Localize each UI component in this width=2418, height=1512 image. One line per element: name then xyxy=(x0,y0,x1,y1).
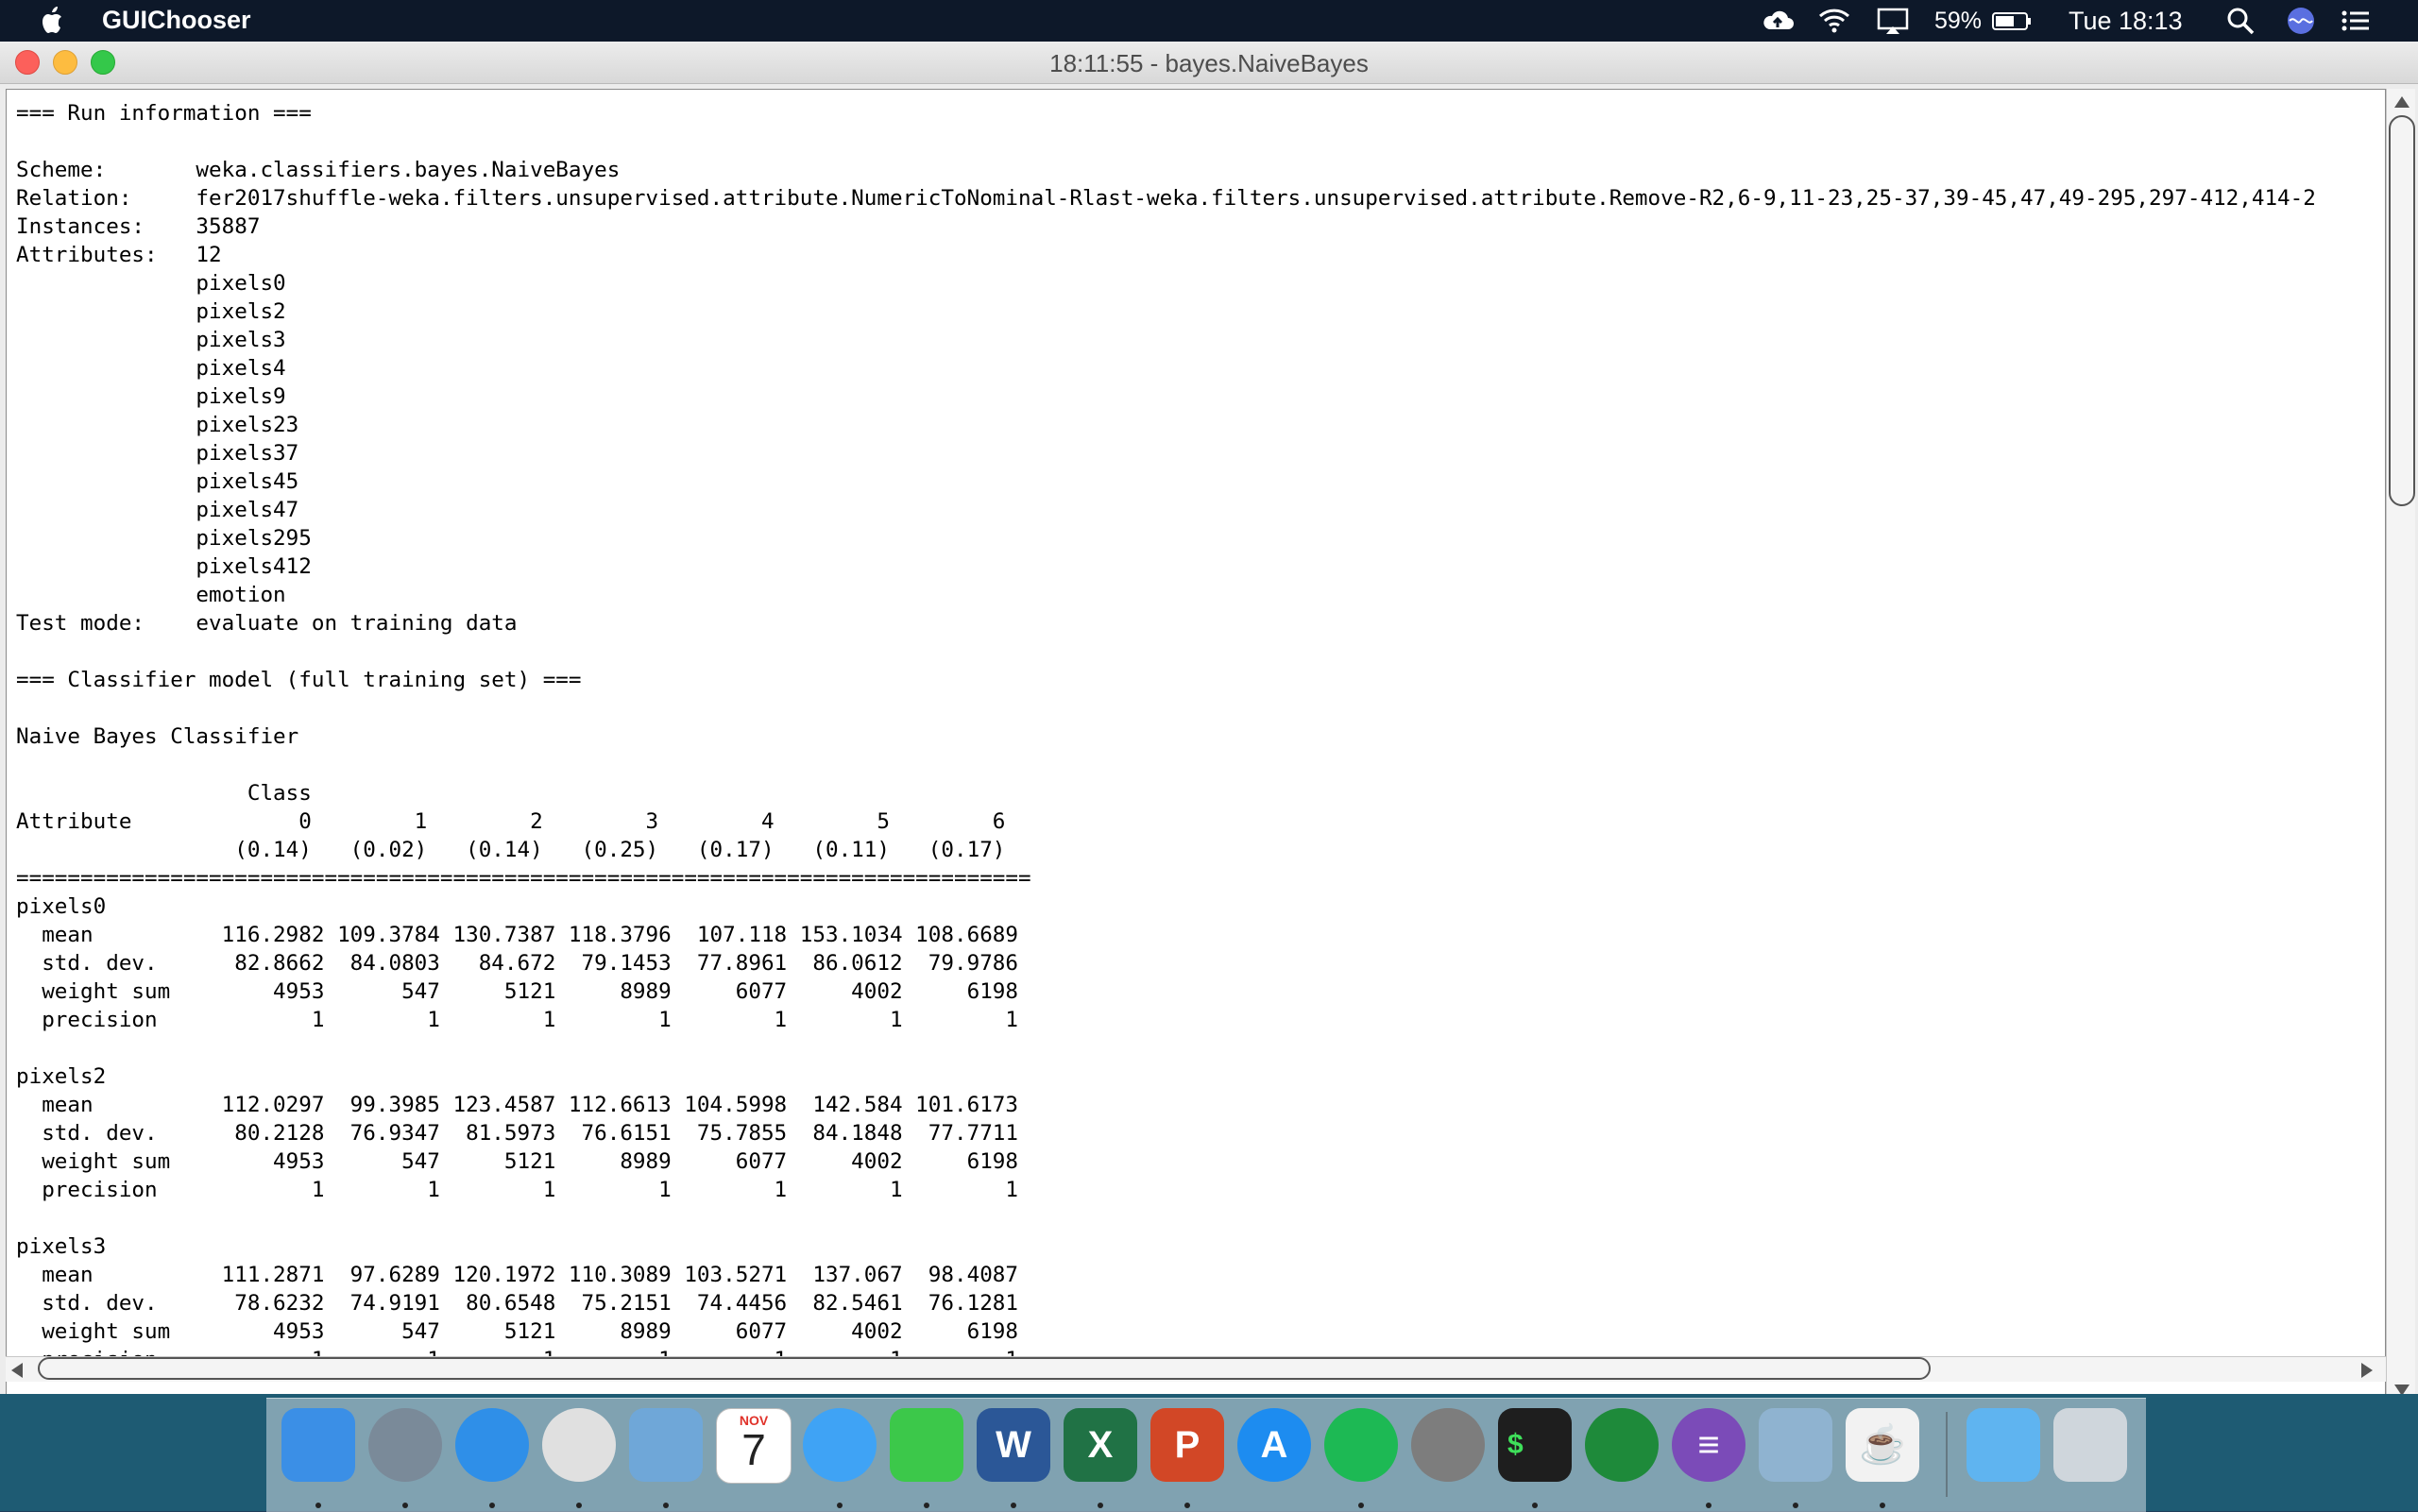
finder-icon[interactable] xyxy=(281,1408,355,1482)
safari-icon[interactable] xyxy=(455,1408,529,1482)
window-titlebar[interactable]: 18:11:55 - bayes.NaiveBayes xyxy=(0,42,2418,84)
java-icon[interactable]: ☕ xyxy=(1846,1408,1919,1482)
result-window: 18:11:55 - bayes.NaiveBayes === Run info… xyxy=(0,42,2418,1405)
app-name-menu[interactable]: GUIChooser xyxy=(102,6,251,35)
running-indicator xyxy=(576,1503,582,1508)
system-preferences-icon[interactable] xyxy=(1411,1408,1485,1482)
running-indicator xyxy=(1532,1503,1538,1508)
trash-icon[interactable] xyxy=(2053,1408,2127,1482)
app-store-glyph: A xyxy=(1260,1424,1288,1466)
running-indicator xyxy=(924,1503,929,1508)
apple-icon[interactable] xyxy=(36,4,70,38)
running-indicator xyxy=(663,1503,669,1508)
siri-icon[interactable] xyxy=(2284,5,2318,37)
powerpoint-icon[interactable]: P xyxy=(1150,1408,1224,1482)
clock[interactable]: Tue 18:13 xyxy=(2069,0,2183,42)
vertical-scrollbar[interactable] xyxy=(2386,89,2415,1405)
launchpad-icon[interactable] xyxy=(368,1408,442,1482)
folder-icon[interactable] xyxy=(1967,1408,2040,1482)
java-glyph: ☕ xyxy=(1859,1424,1906,1466)
menu-bar: GUIChooser 59% Tue 18:13 xyxy=(0,0,2418,42)
terminal-icon[interactable]: $ xyxy=(1498,1408,1572,1482)
word-glyph: W xyxy=(996,1424,1031,1466)
messages-icon[interactable] xyxy=(803,1408,877,1482)
running-indicator xyxy=(837,1503,843,1508)
running-indicator xyxy=(1793,1503,1798,1508)
scroll-right-arrow-icon[interactable] xyxy=(2361,1363,2373,1378)
running-indicator xyxy=(315,1503,321,1508)
vertical-scroll-thumb[interactable] xyxy=(2389,115,2415,506)
classifier-output-area[interactable]: === Run information === Scheme: weka.cla… xyxy=(6,89,2386,1398)
horizontal-scroll-thumb[interactable] xyxy=(38,1357,1931,1380)
running-indicator xyxy=(489,1503,495,1508)
battery-icon[interactable] xyxy=(1991,5,2035,37)
classifier-output-text[interactable]: === Run information === Scheme: weka.cla… xyxy=(7,90,2385,1374)
dock: NOV 7 W X P A $ ≡ ☕ xyxy=(266,1398,2146,1512)
battery-percent: 59% xyxy=(1934,7,1983,34)
running-indicator xyxy=(1706,1503,1711,1508)
activity-ring-icon[interactable] xyxy=(1585,1408,1659,1482)
running-indicator xyxy=(1098,1503,1103,1508)
calendar-day: 7 xyxy=(741,1425,766,1474)
cloud-upload-icon[interactable] xyxy=(1761,5,1795,37)
scroll-left-arrow-icon[interactable] xyxy=(11,1363,23,1378)
calendar-icon[interactable]: NOV 7 xyxy=(716,1408,792,1484)
window-title: 18:11:55 - bayes.NaiveBayes xyxy=(1049,49,1369,77)
dock-separator xyxy=(1946,1412,1948,1497)
excel-glyph: X xyxy=(1087,1424,1114,1466)
running-indicator xyxy=(1358,1503,1364,1508)
wifi-icon[interactable] xyxy=(1817,5,1851,37)
horizontal-scrollbar[interactable] xyxy=(6,1356,2386,1382)
spotlight-search-icon[interactable] xyxy=(2223,5,2257,37)
preview-icon[interactable] xyxy=(1759,1408,1832,1482)
word-icon[interactable]: W xyxy=(977,1408,1050,1482)
mail-icon[interactable] xyxy=(629,1408,703,1482)
scroll-up-arrow-icon[interactable] xyxy=(2394,96,2409,108)
chrome-icon[interactable] xyxy=(542,1408,616,1482)
running-indicator xyxy=(1880,1503,1885,1508)
notification-center-icon[interactable] xyxy=(2339,5,2373,37)
running-indicator xyxy=(402,1503,408,1508)
airplay-icon[interactable] xyxy=(1876,5,1910,37)
emacs-glyph: ≡ xyxy=(1697,1424,1720,1466)
excel-icon[interactable]: X xyxy=(1064,1408,1137,1482)
terminal-glyph: $ xyxy=(1507,1429,1524,1460)
facetime-icon[interactable] xyxy=(890,1408,963,1482)
spotify-icon[interactable] xyxy=(1324,1408,1398,1482)
powerpoint-glyph: P xyxy=(1174,1424,1200,1466)
app-store-icon[interactable]: A xyxy=(1237,1408,1311,1482)
running-indicator xyxy=(1011,1503,1016,1508)
emacs-icon[interactable]: ≡ xyxy=(1672,1408,1745,1482)
running-indicator xyxy=(1184,1503,1190,1508)
